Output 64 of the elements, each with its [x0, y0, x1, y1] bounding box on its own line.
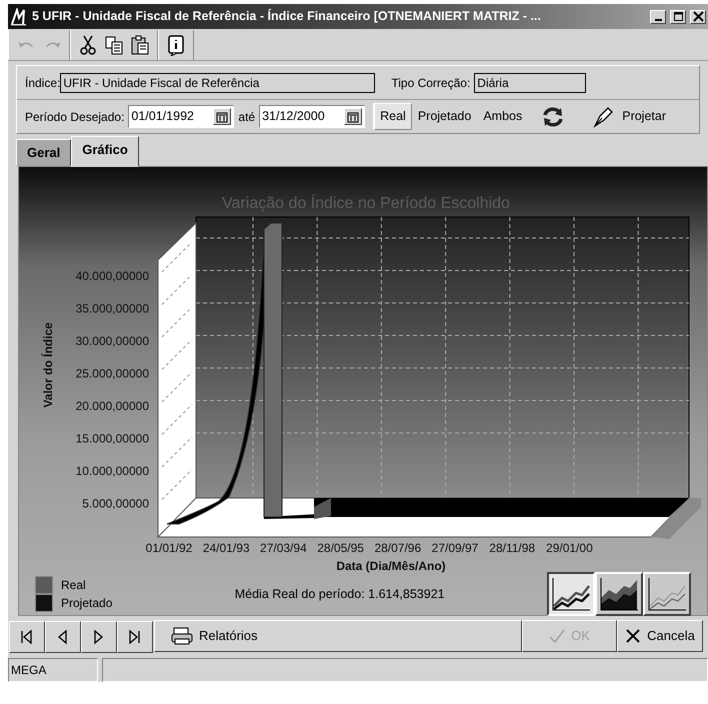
- y-tick-label: 25.000,00000: [76, 366, 149, 380]
- field-label: Índice:: [25, 74, 60, 92]
- y-tick-label: 35.000,00000: [76, 302, 149, 316]
- pen-icon: [592, 106, 614, 128]
- clipboard-icon: [129, 34, 151, 56]
- x-tick-label: 27/03/94: [260, 541, 307, 555]
- close-icon: [625, 628, 642, 644]
- minimize-icon: [654, 18, 662, 20]
- chart-type-button[interactable]: [547, 572, 595, 616]
- chart-base-slab: [651, 498, 701, 539]
- y-tick-label: 5.000,00000: [82, 496, 149, 510]
- reports-button[interactable]: Relatórios: [154, 620, 522, 652]
- average-text: Média Real do período: 1.614,853921: [234, 586, 445, 603]
- last-record-button[interactable]: [117, 621, 153, 653]
- x-tick-label: 28/05/95: [317, 541, 364, 555]
- tab[interactable]: Gráfico: [71, 136, 139, 167]
- tab[interactable]: Geral: [16, 138, 72, 166]
- option-button[interactable]: Real: [374, 103, 412, 130]
- window-title: 5 UFIR - Unidade Fiscal de Referência - Índice Financeiro [OTNEMANIERT MATRIZ - ...: [32, 8, 542, 26]
- y-tick-label: 15.000,00000: [76, 432, 149, 446]
- app-logo-icon: [10, 8, 28, 26]
- line-chart-icon: [551, 576, 591, 612]
- copy-icon: [103, 34, 125, 56]
- legend-label: Real: [61, 577, 86, 594]
- previous-record-button[interactable]: [45, 621, 81, 653]
- first-record-button[interactable]: [9, 621, 45, 653]
- line-chart-icon: [647, 576, 687, 612]
- y-tick-label: 10.000,00000: [76, 464, 149, 478]
- option-button[interactable]: Ambos: [477, 103, 528, 130]
- option-button[interactable]: Projetado: [412, 103, 478, 130]
- minimize-button[interactable]: [650, 10, 666, 24]
- next-record-button[interactable]: [81, 621, 117, 653]
- status-panel: MEGA: [8, 658, 98, 682]
- y-tick-label: 30.000,00000: [76, 334, 149, 348]
- field-label: Tipo Correção:: [391, 74, 470, 92]
- undo-icon: [18, 41, 34, 48]
- x-tick-label: 27/09/97: [432, 541, 478, 555]
- maximize-button[interactable]: [670, 10, 686, 24]
- close-icon: [692, 11, 704, 22]
- checkmark-icon: [549, 629, 566, 643]
- x-axis-title: Data (Dia/Mês/Ano): [336, 559, 446, 573]
- project-button[interactable]: Projetar: [586, 102, 672, 132]
- correction-field: Diária: [474, 72, 586, 92]
- field-label: até: [238, 108, 256, 126]
- area-chart-icon: [599, 576, 639, 612]
- x-tick-label: 28/07/96: [374, 541, 422, 555]
- x-tick-label: 01/01/92: [146, 541, 192, 555]
- legend-label: Projetado: [61, 595, 112, 612]
- y-axis-title: Valor do Índice: [41, 322, 55, 408]
- x-tick-label: 29/01/00: [546, 541, 593, 555]
- refresh-icon: [541, 106, 566, 128]
- close-button[interactable]: [690, 10, 706, 24]
- x-tick-label: 24/01/93: [202, 541, 250, 555]
- maximize-icon: [672, 11, 684, 22]
- y-tick-label: 40.000,00000: [76, 269, 149, 283]
- field-label: Período Desejado:: [25, 108, 124, 126]
- x-tick-label: 28/11/98: [489, 541, 536, 555]
- redo-icon: [44, 41, 60, 48]
- cancel-button[interactable]: Cancela: [617, 620, 703, 652]
- clipboard-button[interactable]: [129, 34, 151, 56]
- printer-icon: [171, 627, 193, 645]
- copy-button[interactable]: [103, 34, 125, 56]
- y-tick-label: 20.000,00000: [76, 399, 149, 413]
- index-field: UFIR - Unidade Fiscal de Referência: [60, 72, 376, 92]
